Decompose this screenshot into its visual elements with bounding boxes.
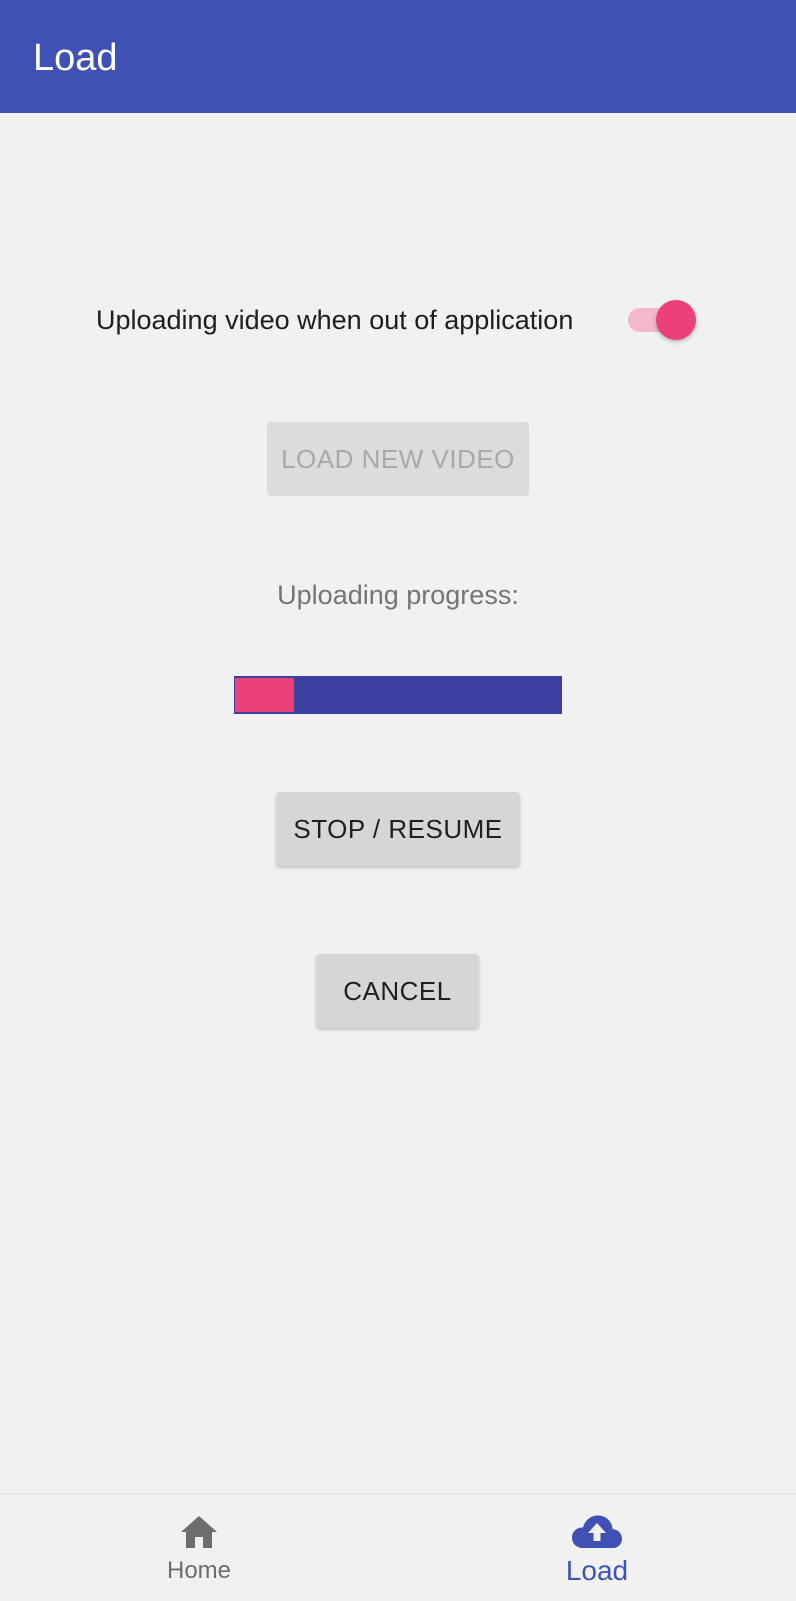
home-icon (179, 1514, 219, 1555)
nav-item-load[interactable]: Load (398, 1494, 796, 1601)
app-bar: Load (0, 0, 796, 113)
switch-thumb (656, 300, 696, 340)
nav-label-home: Home (166, 1557, 232, 1584)
load-new-video-button[interactable]: LOAD NEW VIDEO (267, 422, 529, 496)
cloud-upload-icon (571, 1514, 623, 1555)
upload-toggle-label: Uploading video when out of application (96, 305, 574, 335)
nav-item-home[interactable]: Home (0, 1494, 398, 1601)
upload-progress-fill (235, 678, 294, 712)
cancel-button[interactable]: CANCEL (316, 954, 479, 1028)
progress-label: Uploading progress: (277, 580, 519, 610)
stop-resume-button[interactable]: STOP / RESUME (276, 792, 520, 866)
upload-toggle-row: Uploading video when out of application (96, 300, 696, 340)
upload-toggle-switch[interactable] (628, 300, 696, 340)
bottom-navigation: Home Load (0, 1493, 796, 1601)
upload-progress-bar (234, 676, 562, 714)
nav-label-load: Load (565, 1555, 629, 1586)
app-bar-title: Load (33, 37, 118, 79)
